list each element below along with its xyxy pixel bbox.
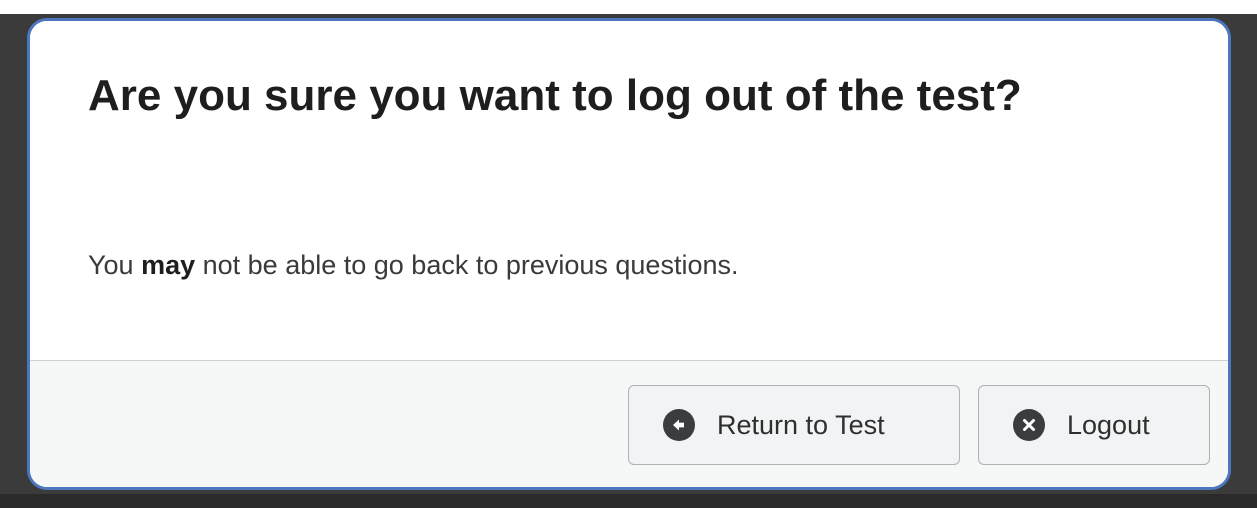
backdrop-top bbox=[0, 0, 1257, 14]
arrow-left-circle-icon bbox=[663, 409, 695, 441]
x-circle-icon bbox=[1013, 409, 1045, 441]
backdrop-bottom bbox=[0, 494, 1257, 508]
logout-button[interactable]: Logout bbox=[978, 385, 1210, 465]
dialog-body: Are you sure you want to log out of the … bbox=[30, 21, 1228, 360]
return-to-test-label: Return to Test bbox=[717, 409, 885, 440]
logout-label: Logout bbox=[1067, 409, 1150, 440]
dialog-title: Are you sure you want to log out of the … bbox=[88, 71, 1022, 120]
message-emphasis: may bbox=[141, 250, 196, 280]
message-suffix: not be able to go back to previous quest… bbox=[195, 250, 739, 280]
message-prefix: You bbox=[88, 250, 142, 280]
dialog-footer: Return to Test Logout bbox=[30, 360, 1228, 487]
logout-confirm-dialog: Are you sure you want to log out of the … bbox=[27, 18, 1231, 490]
dialog-message: You may not be able to go back to previo… bbox=[88, 247, 739, 283]
return-to-test-button[interactable]: Return to Test bbox=[628, 385, 960, 465]
